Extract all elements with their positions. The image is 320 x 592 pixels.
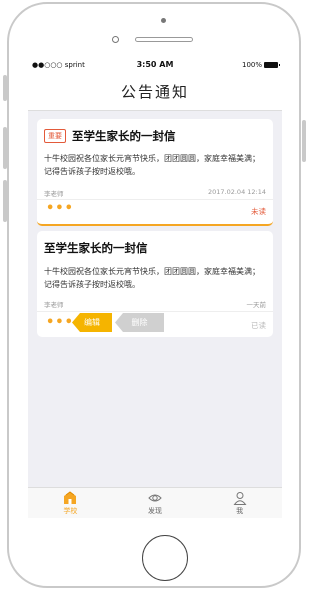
battery-percent: 100% <box>241 61 262 69</box>
volume-down-button <box>3 180 7 222</box>
notice-header: 重要 至学生家长的一封信 <box>44 128 176 144</box>
notice-author: 李老师 <box>44 301 64 309</box>
more-icon[interactable]: ••• <box>46 201 74 216</box>
person-icon <box>233 492 247 505</box>
notice-meta: 李老师 2017.02.04 12:14 <box>44 188 266 198</box>
tab-label: 学校 <box>63 507 78 515</box>
tab-bar: 学校 发现 我 <box>28 487 282 518</box>
notice-time: 一天前 <box>246 301 267 309</box>
volume-up-button <box>3 127 7 169</box>
page-title: 公告通知 <box>120 83 189 101</box>
read-status: 已读 <box>251 321 266 330</box>
notice-body: 十牛校园祝各位家长元宵节快乐，团团圆圆，家庭幸福美满；记得告诉孩子按时返校哦。 <box>44 267 260 289</box>
nav-bar: 公告通知 <box>28 74 282 111</box>
notice-time: 2017.02.04 12:14 <box>207 188 266 196</box>
front-camera-icon <box>112 36 119 43</box>
speaker-grille <box>135 37 193 42</box>
battery-icon <box>264 62 280 68</box>
power-button <box>302 120 306 162</box>
notice-card[interactable]: 重要 至学生家长的一封信 十牛校园祝各位家长元宵节快乐，团团圆圆，家庭幸福美满；… <box>37 119 273 226</box>
delete-button[interactable]: 删除 <box>115 313 164 332</box>
important-badge: 重要 <box>44 129 66 143</box>
notice-meta: 李老师 一天前 <box>44 299 266 309</box>
divider <box>37 311 273 312</box>
tab-me[interactable]: 我 <box>197 488 282 518</box>
notice-body: 十牛校园祝各位家长元宵节快乐，团团圆圆，家庭幸福美满；记得告诉孩子按时返校哦。 <box>44 154 260 176</box>
notice-card[interactable]: 至学生家长的一封信 十牛校园祝各位家长元宵节快乐，团团圆圆，家庭幸福美满；记得告… <box>37 231 273 337</box>
notice-author: 李老师 <box>44 190 64 198</box>
tab-school[interactable]: 学校 <box>28 488 113 518</box>
eye-icon <box>148 494 162 502</box>
mute-switch <box>3 75 7 101</box>
more-icon[interactable]: ••• <box>46 315 74 330</box>
divider <box>37 199 273 200</box>
notice-title: 至学生家长的一封信 <box>72 129 176 143</box>
camera-icon <box>161 18 166 23</box>
notice-header: 至学生家长的一封信 <box>44 240 148 256</box>
tab-label: 我 <box>236 507 244 515</box>
edit-button[interactable]: 编辑 <box>72 313 112 332</box>
tab-label: 发现 <box>148 507 162 515</box>
notice-title: 至学生家长的一封信 <box>44 241 148 255</box>
home-button[interactable] <box>142 535 188 581</box>
status-bar: ●●○○○ sprint 3:50 AM 100% <box>28 57 282 74</box>
battery-indicator: 100% <box>241 61 280 69</box>
school-icon <box>64 491 77 504</box>
read-status: 未读 <box>251 207 266 216</box>
app-screen: ●●○○○ sprint 3:50 AM 100% 公告通知 重要 至学生家长的… <box>28 57 282 518</box>
tab-discover[interactable]: 发现 <box>113 488 198 518</box>
